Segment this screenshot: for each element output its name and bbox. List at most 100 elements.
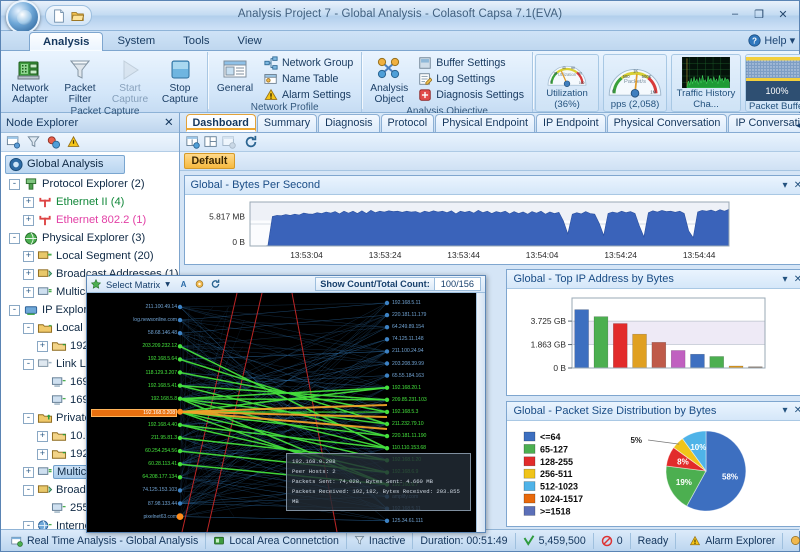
matrix-node-label[interactable]: 60.254.254.56 — [91, 448, 177, 454]
utilization-gauge[interactable]: Utilization 0 20 40 60 80 100 Utilization (3… — [535, 54, 599, 112]
start-capture-button[interactable]: Start Capture — [106, 53, 154, 106]
status-alarm-explorer[interactable]: Alarm Explorer — [682, 532, 784, 549]
matrix-node-label[interactable]: 192.168.5.3 — [392, 409, 418, 415]
tree-collapse-toggle[interactable]: - — [23, 358, 34, 370]
matrix-node-label[interactable]: 192.168.0.208 — [91, 408, 177, 417]
matrix-node-label[interactable]: 211.95.81.3 — [91, 435, 177, 441]
panel-close-pktsize[interactable]: ✕ — [791, 405, 800, 416]
minimize-button[interactable]: – — [725, 6, 745, 22]
select-matrix-caret[interactable]: ▾ — [165, 278, 170, 290]
panel-close-bps[interactable]: ✕ — [791, 180, 800, 191]
network-group-button[interactable]: Network Group — [261, 55, 358, 70]
tab-ip-endpoint[interactable]: IP Endpoint — [535, 114, 606, 132]
matrix-node-label[interactable]: log.newsonline.com — [91, 317, 177, 323]
add-panel-icon[interactable] — [185, 135, 200, 149]
tree-expand-toggle[interactable]: + — [23, 196, 34, 208]
tab-physical-endpoint[interactable]: Physical Endpoint — [435, 114, 535, 132]
general-button[interactable]: General — [211, 53, 259, 96]
default-profile-button[interactable]: Default — [183, 153, 236, 169]
buffer-settings-button[interactable]: Buffer Settings — [415, 55, 529, 70]
packet-buffer[interactable]: 100% Packet Buff — [745, 54, 800, 123]
matrix-node-label[interactable]: 211.100.49.14 — [91, 304, 178, 310]
traffic-history-chart[interactable]: Traffic History Cha... — [671, 54, 741, 112]
matrix-node-label[interactable]: 87.98.133.44 — [91, 501, 177, 507]
maximize-button[interactable]: ❐ — [749, 6, 769, 22]
status-analysis-mode[interactable]: Real Time Analysis - Global Analysis — [4, 532, 207, 549]
panel-menu-caret-bps[interactable]: ▾ — [778, 180, 791, 191]
ribbon-tab-system[interactable]: System — [103, 31, 169, 50]
matrix-node-label[interactable]: 192.168.5.41 — [91, 383, 177, 389]
matrix-node-label[interactable]: 125.34.61.111 — [392, 518, 423, 524]
tree-collapse-toggle[interactable]: - — [9, 178, 20, 190]
tree-collapse-toggle[interactable]: - — [9, 304, 20, 316]
log-settings-button[interactable]: Log Settings — [415, 71, 529, 86]
tree-collapse-toggle[interactable]: - — [23, 322, 34, 334]
tab-diagnosis[interactable]: Diagnosis — [318, 114, 380, 132]
node-filter-icon[interactable] — [6, 135, 21, 149]
tab-physical-conversation[interactable]: Physical Conversation — [606, 114, 728, 132]
ribbon-tab-tools[interactable]: Tools — [169, 31, 223, 50]
tree-collapse-toggle[interactable]: - — [9, 232, 20, 244]
panel-menu-caret-pktsize[interactable]: ▾ — [778, 405, 791, 416]
tab-ip-conversation[interactable]: IP Conversatic — [728, 114, 800, 132]
matrix-node-label[interactable]: 64.249.89.154 — [392, 324, 424, 330]
diagnosis-settings-button[interactable]: Diagnosis Settings — [415, 87, 529, 102]
packet-filter-button[interactable]: Packet Filter — [56, 53, 104, 106]
matrix-node-label[interactable]: 74.125.153.103 — [91, 487, 177, 493]
matrix-node-label[interactable]: 209.85.231.103 — [392, 397, 427, 403]
matrix-canvas[interactable]: 211.100.49.14 log.newsonline.com 58.68.146… — [87, 293, 476, 532]
matrix-node-label[interactable]: 58.68.146.48 — [91, 330, 177, 336]
alarm-node-icon[interactable] — [66, 135, 81, 149]
tree-item[interactable]: + Ethernet II (4) — [5, 193, 179, 211]
matrix-node-label[interactable]: 192.168.4.40 — [91, 422, 177, 428]
matrix-node-label[interactable]: 220.181.11.179 — [392, 312, 426, 318]
matrix-node-label[interactable]: 203.208.39.99 — [392, 361, 424, 367]
tab-protocol[interactable]: Protocol — [380, 114, 435, 132]
network-adapter-button[interactable]: Network Adapter — [6, 53, 54, 106]
tree-expand-toggle[interactable]: + — [23, 286, 34, 298]
status-adapter[interactable]: Local Area Connetction — [206, 532, 347, 549]
close-button[interactable]: ✕ — [773, 6, 793, 22]
tree-expand-toggle[interactable]: + — [23, 214, 34, 226]
tree-expand-toggle[interactable]: + — [23, 466, 34, 478]
remove-panel-icon[interactable] — [221, 135, 236, 149]
matrix-node-label[interactable]: 203.209.232.12 — [91, 343, 177, 349]
stop-capture-button[interactable]: Stop Capture — [156, 53, 204, 106]
matrix-node-label[interactable]: 211.100.24.94 — [392, 348, 424, 354]
tree-expand-toggle[interactable]: + — [37, 340, 48, 352]
tree-item[interactable]: + Ethernet 802.2 (1) — [5, 211, 179, 229]
font-icon[interactable]: A — [178, 279, 189, 289]
panel-close-topip[interactable]: ✕ — [791, 274, 800, 285]
matrix-node-label[interactable]: 192.168.5.11 — [392, 300, 421, 306]
tab-summary[interactable]: Summary — [256, 114, 318, 132]
status-filter-state[interactable]: Inactive — [347, 532, 414, 549]
matrix-node-label[interactable]: 118.129.3.207 — [91, 370, 178, 376]
locate-node-icon[interactable] — [46, 135, 61, 149]
tab-scroll-prev[interactable]: ◀ — [796, 120, 800, 131]
tab-dashboard[interactable]: Dashboard — [185, 114, 256, 132]
settings-icon[interactable] — [194, 279, 205, 289]
matrix-node-label[interactable]: 110.110.153.68 — [392, 445, 426, 451]
matrix-node-label[interactable]: pixelnet63.com — [91, 514, 178, 520]
matrix-node-label[interactable]: 220.181.11.190 — [392, 433, 426, 439]
tree-expand-toggle[interactable]: + — [37, 430, 48, 442]
tree-collapse-toggle[interactable]: - — [23, 412, 34, 424]
matrix-node-label[interactable]: 192.168.5.8 — [91, 396, 177, 402]
funnel-icon[interactable] — [26, 135, 41, 149]
tree-item[interactable]: - Protocol Explorer (2) — [5, 175, 179, 193]
pps-gauge[interactable]: Packet/s 0 500 1K 500K 1M pps (2,058) — [603, 54, 667, 112]
name-table-button[interactable]: Name Table — [261, 71, 358, 86]
tree-expand-toggle[interactable]: + — [23, 268, 34, 280]
matrix-node-label[interactable]: 60.28.113.41 — [91, 461, 177, 467]
tree-item[interactable]: + Local Segment (20) — [5, 247, 179, 265]
ribbon-tab-view[interactable]: View — [224, 31, 276, 50]
refresh-icon[interactable] — [210, 279, 221, 289]
tree-expand-toggle[interactable]: + — [23, 250, 34, 262]
matrix-node-label[interactable]: 65.55.184.163 — [392, 373, 424, 379]
tree-collapse-toggle[interactable]: - — [23, 484, 34, 496]
matrix-node-label[interactable]: 74.125.11.148 — [392, 336, 424, 342]
ribbon-tab-analysis[interactable]: Analysis — [29, 32, 104, 51]
layout-icon[interactable] — [203, 135, 218, 149]
tree-expand-toggle[interactable]: + — [37, 448, 48, 460]
matrix-node-label[interactable]: 192.168.20.1 — [392, 385, 421, 391]
